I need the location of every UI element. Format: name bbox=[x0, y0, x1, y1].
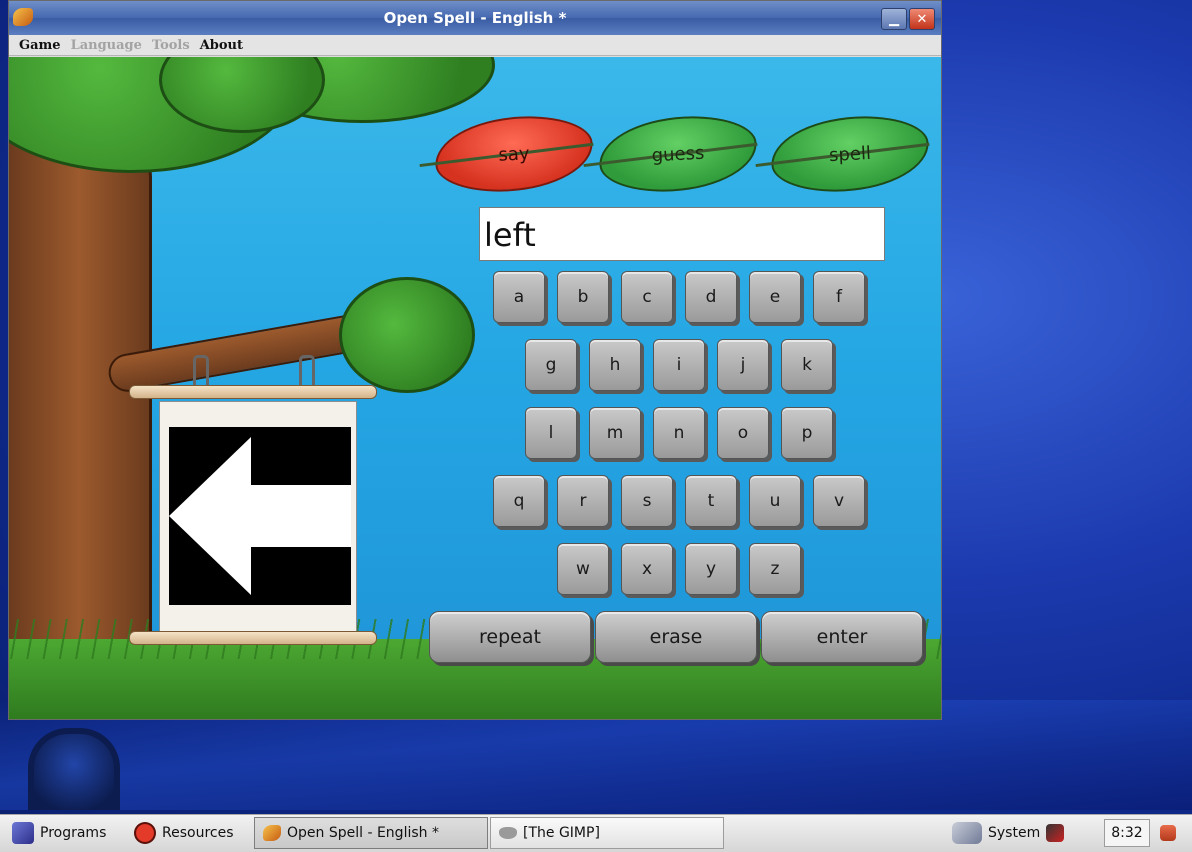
clock-label: 8:32 bbox=[1111, 825, 1143, 841]
menu-bar: Game Language Tools About bbox=[9, 35, 941, 56]
guess-label: guess bbox=[651, 142, 705, 166]
key-o[interactable]: o bbox=[717, 407, 769, 459]
key-s[interactable]: s bbox=[621, 475, 673, 527]
key-w[interactable]: w bbox=[557, 543, 609, 595]
key-i[interactable]: i bbox=[653, 339, 705, 391]
resources-menu[interactable]: Resources bbox=[134, 819, 234, 847]
open-spell-task-icon bbox=[263, 825, 281, 841]
word-display[interactable]: left bbox=[479, 207, 885, 261]
key-z[interactable]: z bbox=[749, 543, 801, 595]
key-x[interactable]: x bbox=[621, 543, 673, 595]
clock[interactable]: 8:32 bbox=[1104, 819, 1150, 847]
key-k[interactable]: k bbox=[781, 339, 833, 391]
say-label: say bbox=[497, 142, 531, 166]
menu-about[interactable]: About bbox=[200, 38, 243, 53]
close-icon: ✕ bbox=[916, 11, 928, 27]
tree-trunk bbox=[9, 137, 152, 697]
desktop-icon[interactable] bbox=[28, 728, 120, 810]
gimp-task-icon bbox=[499, 827, 517, 839]
left-arrow-icon bbox=[169, 437, 351, 595]
resources-label: Resources bbox=[162, 825, 234, 841]
system-menu[interactable]: System bbox=[952, 819, 1065, 847]
key-p[interactable]: p bbox=[781, 407, 833, 459]
key-u[interactable]: u bbox=[749, 475, 801, 527]
task-gimp[interactable]: [The GIMP] bbox=[490, 817, 724, 849]
tree-canopy-branch bbox=[339, 277, 475, 393]
task-open-spell-label: Open Spell - English * bbox=[287, 825, 439, 841]
programs-menu[interactable]: Programs bbox=[12, 819, 106, 847]
guess-leaf-button[interactable]: guess bbox=[597, 112, 759, 196]
key-q[interactable]: q bbox=[493, 475, 545, 527]
key-h[interactable]: h bbox=[589, 339, 641, 391]
repeat-button[interactable]: repeat bbox=[429, 611, 591, 663]
game-canvas: say guess spell left a b c d e f g h i j… bbox=[9, 57, 941, 719]
terminal-icon[interactable] bbox=[1046, 824, 1065, 842]
key-l[interactable]: l bbox=[525, 407, 577, 459]
minimize-button[interactable]: ▁ bbox=[881, 8, 907, 30]
say-leaf-button[interactable]: say bbox=[433, 112, 595, 196]
title-bar[interactable]: Open Spell - English * ▁ ✕ bbox=[9, 1, 941, 35]
task-gimp-label: [The GIMP] bbox=[523, 825, 600, 841]
programs-label: Programs bbox=[40, 825, 107, 841]
menu-language[interactable]: Language bbox=[71, 38, 142, 53]
key-j[interactable]: j bbox=[717, 339, 769, 391]
erase-button[interactable]: erase bbox=[595, 611, 757, 663]
sign-rod-bottom bbox=[129, 631, 377, 645]
key-y[interactable]: y bbox=[685, 543, 737, 595]
key-f[interactable]: f bbox=[813, 271, 865, 323]
key-a[interactable]: a bbox=[493, 271, 545, 323]
key-g[interactable]: g bbox=[525, 339, 577, 391]
key-m[interactable]: m bbox=[589, 407, 641, 459]
spell-leaf-button[interactable]: spell bbox=[769, 112, 931, 196]
key-c[interactable]: c bbox=[621, 271, 673, 323]
key-e[interactable]: e bbox=[749, 271, 801, 323]
open-spell-window: Open Spell - English * ▁ ✕ Game Language… bbox=[8, 0, 942, 720]
key-b[interactable]: b bbox=[557, 271, 609, 323]
key-t[interactable]: t bbox=[685, 475, 737, 527]
minimize-icon: ▁ bbox=[889, 11, 899, 27]
task-open-spell[interactable]: Open Spell - English * bbox=[254, 817, 488, 849]
key-d[interactable]: d bbox=[685, 271, 737, 323]
sign-picture bbox=[169, 427, 351, 605]
enter-button[interactable]: enter bbox=[761, 611, 923, 663]
key-n[interactable]: n bbox=[653, 407, 705, 459]
programs-icon bbox=[12, 822, 34, 844]
tray-icon[interactable] bbox=[1160, 825, 1176, 841]
menu-game[interactable]: Game bbox=[19, 38, 61, 53]
key-v[interactable]: v bbox=[813, 475, 865, 527]
close-button[interactable]: ✕ bbox=[909, 8, 935, 30]
menu-tools[interactable]: Tools bbox=[152, 38, 190, 53]
window-title: Open Spell - English * bbox=[383, 9, 567, 27]
sign-rod-top bbox=[129, 385, 377, 399]
taskbar: Programs Resources Open Spell - English … bbox=[0, 814, 1192, 852]
ladybug-icon bbox=[134, 822, 156, 844]
key-r[interactable]: r bbox=[557, 475, 609, 527]
system-icon bbox=[952, 822, 982, 844]
system-label: System bbox=[988, 825, 1041, 841]
spell-label: spell bbox=[828, 142, 872, 166]
